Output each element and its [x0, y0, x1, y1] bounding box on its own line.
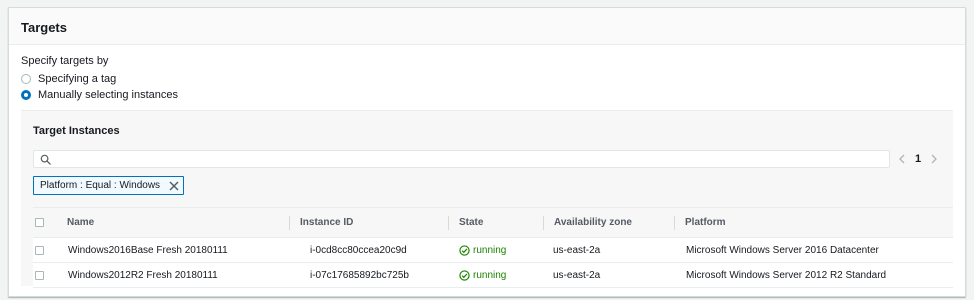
radio-option-manual[interactable]: Manually selecting instances [21, 87, 953, 102]
availability-zone: us-east-2a [553, 244, 601, 256]
page-number[interactable]: 1 [909, 153, 927, 165]
check-circle-icon [459, 244, 470, 256]
search-input[interactable] [33, 150, 890, 168]
panel-header: Targets [9, 8, 965, 45]
target-instances-section: Target Instances 1 Platform : Equal : Wi… [21, 110, 953, 288]
state-label: running [473, 244, 507, 256]
platform: Microsoft Windows Server 2016 Datacenter [686, 244, 879, 256]
panel-title: Targets [21, 20, 67, 35]
radio-label-manual: Manually selecting instances [38, 88, 179, 101]
platform: Microsoft Windows Server 2012 R2 Standar… [686, 269, 887, 281]
radio-button-tag[interactable] [21, 73, 31, 84]
select-all-header [33, 207, 57, 238]
filter-token: Platform : Equal : Windows [33, 176, 185, 195]
select-all-checkbox[interactable] [35, 218, 44, 227]
next-page-button[interactable] [927, 151, 941, 167]
close-icon [169, 181, 179, 190]
column-header-name[interactable]: Name [57, 207, 289, 238]
row-checkbox[interactable] [35, 245, 44, 255]
chevron-left-icon [899, 154, 905, 164]
panel-body: Specify targets by Specifying a tag Manu… [9, 45, 965, 102]
column-header-instance-id[interactable]: Instance ID [289, 207, 448, 238]
availability-zone: us-east-2a [553, 269, 601, 281]
remove-filter-button[interactable] [168, 180, 179, 191]
column-header-state[interactable]: State [448, 207, 543, 238]
instance-id: i-0cd8cc80ccea20c9d [310, 244, 407, 256]
radio-button-manual[interactable] [21, 89, 31, 100]
column-header-platform[interactable]: Platform [674, 207, 953, 238]
instances-table: Name Instance ID State Availability zone… [33, 207, 953, 288]
check-circle-icon [459, 269, 470, 281]
filter-token-label: Platform : Equal : Windows [40, 180, 161, 191]
previous-page-button[interactable] [895, 151, 909, 167]
table-row[interactable]: Windows2016Base Fresh 20180111 i-0cd8cc8… [33, 237, 953, 263]
table-header-row: Name Instance ID State Availability zone… [33, 207, 953, 238]
state-label: running [473, 269, 507, 281]
column-header-availability-zone[interactable]: Availability zone [543, 207, 674, 238]
target-instances-title: Target Instances [33, 125, 120, 137]
specify-targets-label: Specify targets by [21, 55, 109, 67]
radio-label-tag: Specifying a tag [38, 72, 117, 85]
chevron-right-icon [931, 154, 938, 164]
instance-id: i-07c17685892bc725b [310, 269, 409, 281]
instance-state: running [448, 245, 543, 256]
instance-name: Windows2016Base Fresh 20180111 [68, 244, 228, 256]
instance-state: running [448, 270, 543, 281]
radio-option-tag[interactable]: Specifying a tag [21, 71, 953, 86]
pagination: 1 [895, 151, 941, 167]
instance-name: Windows2012R2 Fresh 20180111 [68, 269, 218, 281]
search-icon [40, 154, 51, 165]
table-row[interactable]: Windows2012R2 Fresh 20180111 i-07c176858… [33, 262, 953, 288]
targets-panel: Targets Specify targets by Specifying a … [8, 7, 966, 297]
row-checkbox[interactable] [35, 270, 44, 280]
